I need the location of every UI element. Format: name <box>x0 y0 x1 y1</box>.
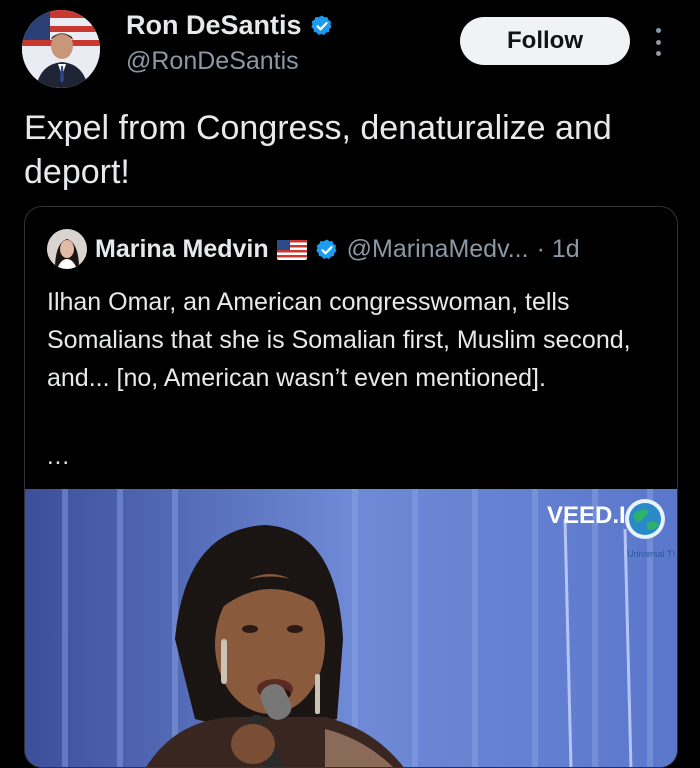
author-name-row: Ron DeSantis <box>126 10 334 41</box>
author-name[interactable]: Ron DeSantis <box>126 10 302 41</box>
verified-badge-icon <box>315 239 337 259</box>
media-watermark: VEED.IO Universal TV <box>545 495 677 565</box>
quoted-author-name[interactable]: Marina Medvin <box>95 235 269 264</box>
us-flag-icon <box>276 239 307 260</box>
tweet-text: Expel from Congress, denaturalize and de… <box>24 109 612 191</box>
quoted-tweet-media[interactable]: VEED.IO Universal TV <box>25 489 677 767</box>
follow-button[interactable]: Follow <box>460 17 630 65</box>
quoted-tweet-header: Marina Medvin @MarinaMedv... · 1d <box>95 235 580 264</box>
verified-badge-icon <box>310 15 332 35</box>
quoted-author-handle[interactable]: @MarinaMedv... <box>347 235 529 264</box>
author-handle[interactable]: @RonDeSantis <box>126 47 299 76</box>
quoted-author-avatar-image <box>47 229 87 269</box>
veed-logo-icon: VEED.IO Universal TV <box>547 499 677 559</box>
author-avatar-image <box>22 10 100 88</box>
more-options-icon[interactable] <box>648 24 668 60</box>
author-avatar[interactable] <box>22 10 100 88</box>
quoted-timestamp[interactable]: · 1d <box>537 235 580 264</box>
svg-text:Universal TV: Universal TV <box>627 549 675 559</box>
quoted-tweet-text: Ilhan Omar, an American congresswoman, t… <box>47 288 631 392</box>
quoted-author-avatar[interactable] <box>47 229 87 269</box>
truncation-ellipsis: ... <box>47 443 71 470</box>
quoted-tweet-card[interactable]: Marina Medvin @MarinaMedv... · 1d Ilhan … <box>24 206 678 768</box>
